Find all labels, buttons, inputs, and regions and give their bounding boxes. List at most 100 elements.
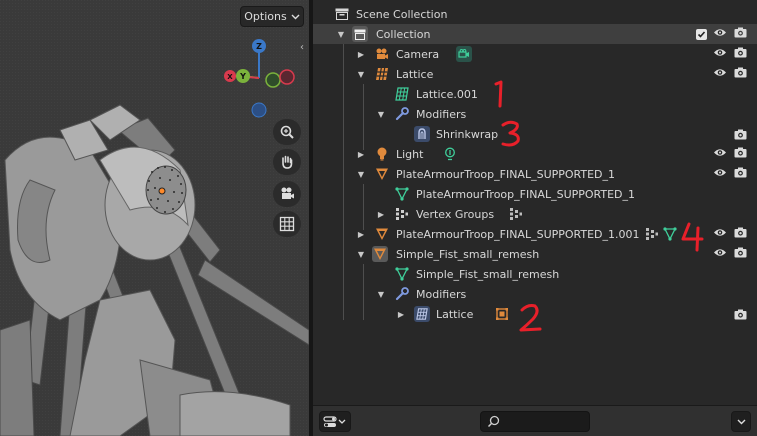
outliner-row-lattice[interactable]: ▼ Lattice	[313, 64, 757, 84]
row-label: Lattice	[436, 307, 474, 321]
row-label: Light	[396, 147, 424, 161]
light-data-icon[interactable]	[442, 146, 458, 162]
render-toggle-icon[interactable]	[734, 67, 747, 81]
render-toggle-icon[interactable]	[734, 147, 747, 161]
expand-arrow-down-icon[interactable]: ▼	[356, 170, 366, 179]
exclude-checkbox[interactable]	[694, 27, 708, 41]
expand-arrow-right-icon[interactable]: ▶	[376, 210, 386, 219]
expand-arrow-down-icon[interactable]: ▼	[376, 110, 386, 119]
camera-view-tool[interactable]	[273, 181, 301, 207]
annotation-3	[501, 120, 520, 147]
vertex-groups-icon[interactable]	[508, 206, 524, 222]
outliner-row-lattice-data[interactable]: Lattice.001	[313, 84, 757, 104]
wrench-icon	[394, 286, 410, 302]
expand-arrow-right-icon[interactable]: ▶	[356, 230, 366, 239]
scene-collection-icon	[334, 6, 350, 22]
outliner-row-platearmour-mesh[interactable]: PlateArmourTroop_FINAL_SUPPORTED_1	[313, 184, 757, 204]
mesh-data-icon[interactable]	[662, 226, 678, 242]
eye-icon[interactable]	[713, 27, 727, 41]
expand-arrow-right-icon[interactable]: ▶	[356, 50, 366, 59]
expand-arrow-right-icon[interactable]: ▶	[356, 150, 366, 159]
mesh-object-icon	[374, 166, 390, 182]
grid-icon	[279, 216, 295, 232]
row-label: Simple_Fist_small_remesh	[396, 247, 540, 261]
outliner-row-vertex-groups[interactable]: ▶ Vertex Groups	[313, 204, 757, 224]
row-label: PlateArmourTroop_FINAL_SUPPORTED_1	[416, 187, 636, 201]
render-toggle-icon[interactable]	[734, 47, 747, 61]
annotation-2	[519, 304, 542, 332]
eye-icon[interactable]	[713, 67, 727, 81]
wrench-icon	[394, 106, 410, 122]
outliner-row-shrinkwrap[interactable]: Shrinkwrap	[313, 124, 757, 144]
eye-icon[interactable]	[713, 147, 727, 161]
ortho-toggle-tool[interactable]	[273, 211, 301, 237]
outliner-row-scene-collection[interactable]: Scene Collection	[313, 4, 757, 24]
annotation-1	[494, 80, 503, 108]
lattice-data-icon	[394, 86, 410, 102]
render-toggle-icon[interactable]	[734, 227, 747, 241]
row-label: Modifiers	[416, 107, 467, 121]
render-toggle-icon[interactable]	[734, 247, 747, 261]
camera-icon	[281, 187, 294, 199]
search-field[interactable]	[480, 411, 590, 432]
render-toggle-icon[interactable]	[733, 127, 747, 141]
chevron-down-icon	[291, 14, 300, 19]
hand-icon	[282, 155, 293, 169]
gizmo-z-label: Z	[256, 42, 262, 51]
camera-icon	[374, 46, 390, 62]
render-toggle-icon[interactable]	[734, 167, 747, 181]
zoom-tool[interactable]	[273, 119, 301, 145]
shrinkwrap-modifier-icon	[414, 126, 430, 142]
eye-icon[interactable]	[713, 247, 727, 261]
outliner-row-modifiers[interactable]: ▼ Modifiers	[313, 104, 757, 124]
vertex-groups-icon[interactable]	[644, 226, 660, 242]
outliner-row-light[interactable]: ▶ Light	[313, 144, 757, 164]
camera-data-icon[interactable]	[456, 46, 472, 62]
light-icon	[374, 146, 390, 162]
row-label: Scene Collection	[356, 7, 448, 21]
render-toggle-icon[interactable]	[734, 27, 747, 41]
eye-icon[interactable]	[713, 167, 727, 181]
collection-icon	[352, 26, 368, 42]
zoom-icon	[280, 125, 294, 139]
row-label: Camera	[396, 47, 440, 61]
expand-arrow-down-icon[interactable]: ▼	[356, 70, 366, 79]
outliner-row-platearmour-object[interactable]: ▼ PlateArmourTroop_FINAL_SUPPORTED_1	[313, 164, 757, 184]
row-label: Collection	[376, 27, 431, 41]
expand-arrow-down-icon[interactable]: ▼	[376, 290, 386, 299]
lattice-icon	[374, 66, 390, 82]
expand-arrow-down-icon[interactable]: ▼	[336, 30, 346, 39]
eye-icon[interactable]	[713, 47, 727, 61]
search-icon	[487, 415, 500, 428]
navigation-gizmo[interactable]: Z Y X	[215, 35, 300, 125]
render-toggle-icon[interactable]	[733, 307, 747, 321]
outliner-row-collection[interactable]: ▼ Collection	[313, 24, 757, 44]
options-dropdown[interactable]: Options	[240, 6, 304, 27]
annotation-4	[681, 222, 704, 252]
3d-viewport[interactable]: Options ‹ Z Y X	[0, 0, 309, 436]
pan-tool[interactable]	[273, 149, 301, 175]
outliner-panel[interactable]: Scene Collection ▼ Collection ▶ Camera ▼…	[313, 0, 757, 405]
outliner-row-simple-fist-mesh[interactable]: Simple_Fist_small_remesh	[313, 264, 757, 284]
filter-dropdown[interactable]	[731, 411, 751, 432]
lattice-object-icon[interactable]	[494, 306, 510, 322]
outliner-row-camera[interactable]: ▶ Camera	[313, 44, 757, 64]
expand-arrow-down-icon[interactable]: ▼	[356, 250, 366, 259]
mesh-data-icon	[394, 266, 410, 282]
gizmo-x-label: X	[227, 73, 233, 81]
mesh-object-icon	[374, 226, 390, 242]
row-label: Lattice	[396, 67, 434, 81]
eye-icon[interactable]	[713, 227, 727, 241]
row-label: PlateArmourTroop_FINAL_SUPPORTED_1	[396, 167, 616, 181]
mesh-data-icon	[394, 186, 410, 202]
sidebar-toggle-icon[interactable]: ‹	[300, 42, 304, 53]
row-label: Vertex Groups	[416, 207, 495, 221]
row-label: PlateArmourTroop_FINAL_SUPPORTED_1.001	[396, 227, 640, 241]
expand-arrow-right-icon[interactable]: ▶	[396, 310, 406, 319]
lattice-modifier-icon	[414, 306, 430, 322]
outliner-row-modifiers[interactable]: ▼ Modifiers	[313, 284, 757, 304]
search-input[interactable]	[503, 413, 587, 430]
display-mode-dropdown[interactable]	[319, 411, 351, 432]
row-label: Shrinkwrap	[436, 127, 499, 141]
gizmo-y-label: Y	[239, 72, 246, 81]
